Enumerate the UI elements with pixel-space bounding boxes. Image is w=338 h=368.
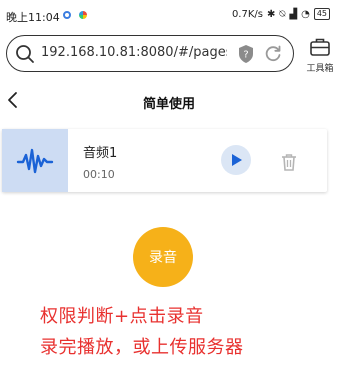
status-time: 晚上11:04 bbox=[6, 11, 60, 24]
toolbox-label: 工具箱 bbox=[306, 64, 334, 74]
search-icon bbox=[15, 44, 35, 68]
shield-icon[interactable]: ? bbox=[237, 44, 255, 68]
bluetooth-icon: ✱ bbox=[266, 8, 276, 20]
url-text[interactable]: 192.168.10.81:8080/#/pages/... bbox=[41, 45, 227, 60]
trash-icon bbox=[282, 154, 296, 171]
signal-icon: ▟ bbox=[289, 8, 298, 20]
nav-bar: 简单使用 bbox=[0, 85, 338, 117]
play-button[interactable] bbox=[221, 145, 251, 175]
audio-name: 音频1 bbox=[83, 146, 118, 161]
audio-wave-tile bbox=[2, 129, 68, 192]
record-button[interactable]: 录音 bbox=[133, 227, 193, 287]
battery-icon: 45 bbox=[313, 8, 330, 20]
svg-text:?: ? bbox=[243, 50, 248, 61]
audio-wave-icon bbox=[16, 148, 54, 173]
network-speed: 0.7K/s bbox=[231, 8, 263, 20]
record-button-label: 录音 bbox=[149, 250, 177, 266]
audio-list-item[interactable]: 音频1 00:10 bbox=[2, 129, 327, 192]
annotation-note: 录完播放，或上传服务器 bbox=[40, 337, 244, 358]
audio-duration: 00:10 bbox=[83, 168, 115, 181]
status-right: 0.7K/s ✱ ⍉ ▟ ◔ 45 bbox=[232, 8, 330, 20]
status-bar: 晚上11:04 0.7K/s ✱ ⍉ ▟ ◔ 45 bbox=[0, 0, 338, 30]
page-title: 简单使用 bbox=[142, 97, 195, 112]
toolbox-button[interactable]: 工具箱 bbox=[302, 37, 338, 74]
address-bar[interactable]: 192.168.10.81:8080/#/pages/... ? bbox=[6, 35, 294, 72]
annotation-note: 权限判断+点击录音 bbox=[40, 306, 204, 327]
notification-icon bbox=[63, 11, 71, 19]
app-notification-icon bbox=[79, 11, 87, 19]
wifi-icon: ◔ bbox=[301, 8, 310, 20]
delete-button[interactable] bbox=[281, 153, 297, 175]
play-icon bbox=[232, 154, 242, 166]
reload-icon[interactable] bbox=[263, 44, 283, 68]
mute-icon: ⍉ bbox=[279, 8, 286, 20]
toolbox-icon bbox=[310, 38, 330, 56]
